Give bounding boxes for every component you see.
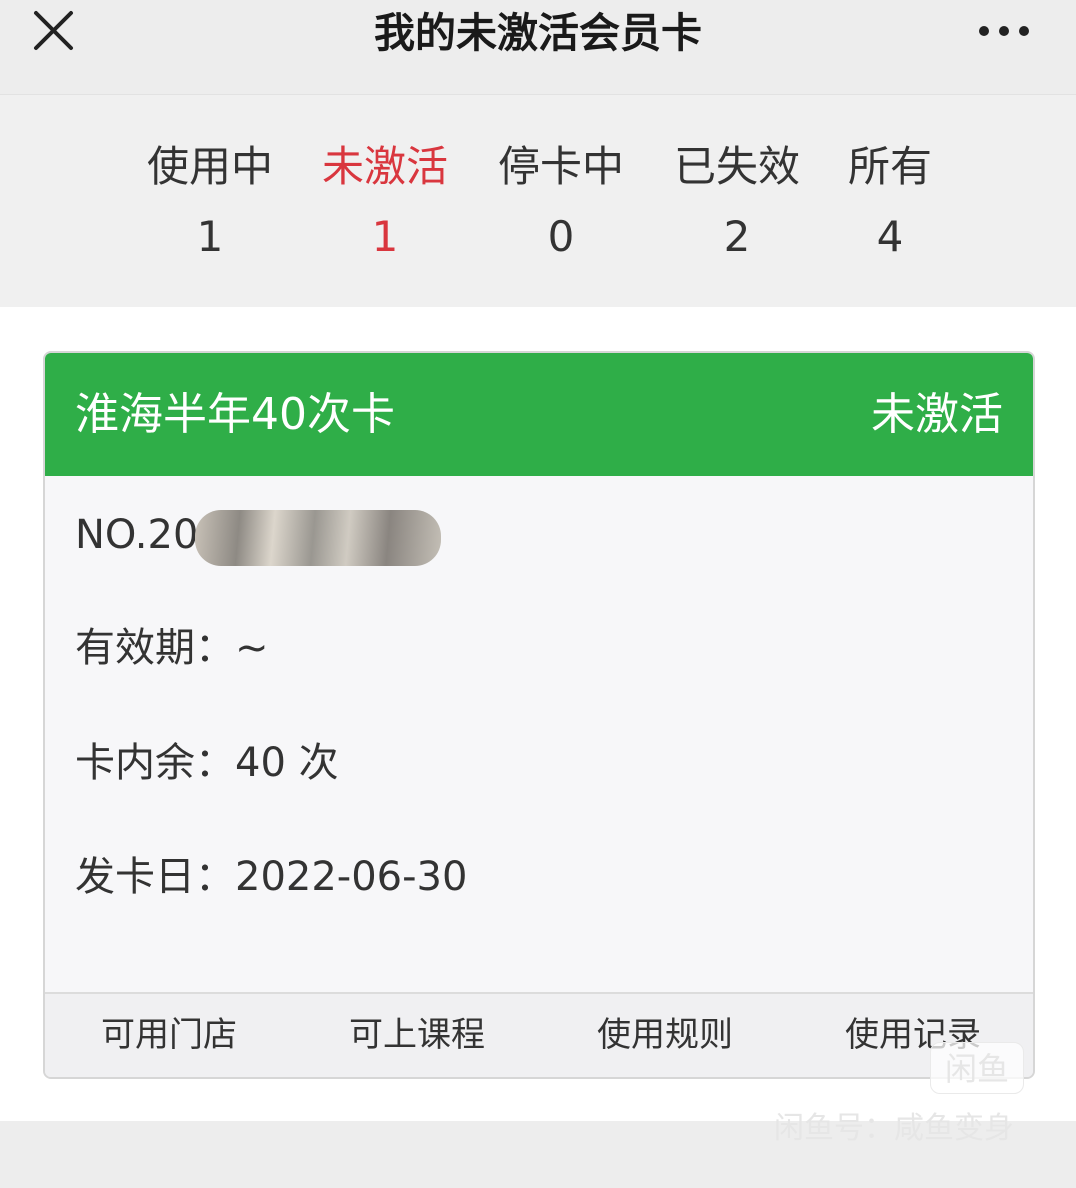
available-stores-link[interactable]: 可用门店 [45, 1012, 293, 1058]
tab-in-use[interactable]: 使用中 1 [135, 137, 285, 277]
tab-label: 所有 [847, 142, 932, 191]
tab-label: 未激活 [321, 142, 448, 191]
card-footer: 可用门店 可上课程 使用规则 使用记录 [45, 992, 1033, 1077]
redaction-mark [195, 510, 441, 566]
card-header: 淮海半年40次卡 未激活 [45, 353, 1033, 476]
tab-count: 4 [876, 212, 904, 261]
status-tabs: 使用中 1 未激活 1 停卡中 0 已失效 2 所有 4 [0, 95, 1076, 307]
tab-count: 0 [547, 212, 575, 261]
more-horizontal-icon[interactable] [972, 14, 1036, 48]
card-list: 淮海半年40次卡 未激活 NO.20 有效期：~ 卡内余：40 次 发卡日：20… [0, 307, 1076, 1121]
tab-count: 1 [371, 212, 399, 261]
tab-suspended[interactable]: 停卡中 0 [486, 137, 636, 277]
usage-rules-link[interactable]: 使用规则 [541, 1012, 789, 1058]
tab-label: 停卡中 [497, 142, 624, 191]
card-number: NO.20 [75, 512, 199, 558]
top-bar: 我的未激活会员卡 [0, 0, 1076, 95]
card-validity: 有效期：~ [75, 625, 269, 671]
tab-expired[interactable]: 已失效 2 [662, 137, 812, 277]
available-courses-link[interactable]: 可上课程 [293, 1012, 541, 1058]
tab-not-activated[interactable]: 未激活 1 [310, 137, 460, 277]
tab-count: 2 [723, 212, 751, 261]
tab-label: 已失效 [673, 142, 800, 191]
tab-label: 使用中 [146, 142, 273, 191]
tab-all[interactable]: 所有 4 [815, 137, 965, 277]
card-remaining: 卡内余：40 次 [75, 740, 339, 786]
watermark-text: 闲鱼号：咸鱼变身 [774, 1111, 1014, 1146]
membership-card[interactable]: 淮海半年40次卡 未激活 NO.20 有效期：~ 卡内余：40 次 发卡日：20… [43, 351, 1035, 1079]
tab-count: 1 [196, 212, 224, 261]
card-name: 淮海半年40次卡 [75, 389, 395, 440]
card-issue-date: 发卡日：2022-06-30 [75, 854, 468, 900]
page-title: 我的未激活会员卡 [374, 9, 702, 57]
card-status-badge: 未激活 [871, 389, 1003, 440]
watermark-logo: 闲鱼 [930, 1042, 1024, 1094]
